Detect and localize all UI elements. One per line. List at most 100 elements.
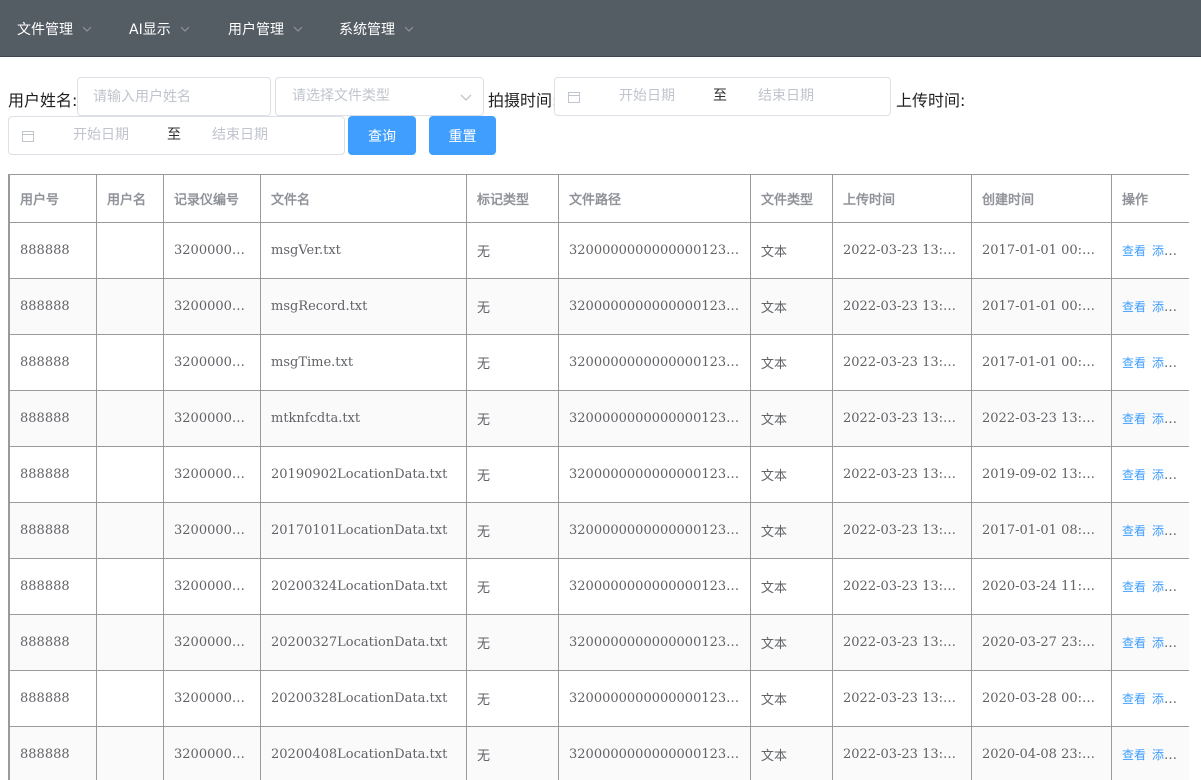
- cell-mark-type: 无: [466, 726, 559, 780]
- user-name-label: 用户姓名:: [8, 91, 78, 110]
- upload-time-range-picker[interactable]: 开始日期 至 结束日期: [8, 116, 345, 155]
- table-row: 888888 320000000… msgTime.txt 无 32000000…: [9, 334, 1189, 391]
- nav-item-ai-display[interactable]: AI显示: [129, 0, 191, 57]
- upload-time-label: 上传时间:: [896, 91, 966, 110]
- cell-recorder-number: 320000000…: [163, 558, 261, 615]
- nav-item-label: 用户管理: [228, 21, 284, 38]
- cell-upload-time: 2022-03-23 13:12:07: [832, 558, 972, 615]
- cell-file-path: 32000000000000001234/2…: [558, 446, 751, 503]
- cell-create-time: 2017-01-01 00:00:02: [971, 278, 1112, 335]
- cell-create-time: 2017-01-01 00:00:02: [971, 222, 1112, 279]
- cell-user-name: [96, 726, 164, 780]
- cell-create-time: 2019-09-02 13:00:42: [971, 446, 1112, 503]
- add-mark-link[interactable]: 添加标: [1152, 356, 1188, 370]
- cell-create-time: 2022-03-23 13:10:42: [971, 390, 1112, 447]
- cell-create-time: 2020-03-27 23:59:56: [971, 614, 1112, 671]
- view-link[interactable]: 查看: [1122, 300, 1146, 314]
- nav-item-label: 系统管理: [339, 21, 395, 38]
- cell-actions: 查看 添加标: [1111, 334, 1189, 391]
- cell-create-time: 2017-01-01 08:56:48: [971, 502, 1112, 559]
- nav-item-user-management[interactable]: 用户管理: [228, 0, 304, 57]
- add-mark-link[interactable]: 添加标: [1152, 468, 1188, 482]
- cell-file-name: 20170101LocationData.txt: [260, 502, 467, 559]
- shoot-time-label: 拍摄时间:: [488, 91, 558, 110]
- user-name-input-wrapper: [77, 77, 271, 116]
- cell-user-name: [96, 614, 164, 671]
- calendar-icon: [567, 90, 581, 104]
- cell-file-name: msgRecord.txt: [260, 278, 467, 335]
- cell-upload-time: 2022-03-23 13:12:07: [832, 614, 972, 671]
- chevron-down-icon: [292, 23, 304, 35]
- cell-file-type: 文本: [750, 558, 833, 615]
- cell-file-path: 32000000000000001234/2…: [558, 334, 751, 391]
- cell-file-type: 文本: [750, 670, 833, 727]
- cell-recorder-number: 320000000…: [163, 278, 261, 335]
- view-link[interactable]: 查看: [1122, 692, 1146, 706]
- file-type-placeholder: 请选择文件类型: [292, 88, 390, 104]
- shoot-time-range-picker[interactable]: 开始日期 至 结束日期: [554, 77, 891, 116]
- cell-mark-type: 无: [466, 390, 559, 447]
- cell-actions: 查看 添加标: [1111, 502, 1189, 559]
- view-link[interactable]: 查看: [1122, 636, 1146, 650]
- cell-user-id: 888888: [9, 222, 97, 279]
- cell-file-path: 32000000000000001234/2…: [558, 278, 751, 335]
- add-mark-link[interactable]: 添加标: [1152, 524, 1188, 538]
- cell-actions: 查看 添加标: [1111, 390, 1189, 447]
- add-mark-link[interactable]: 添加标: [1152, 244, 1188, 258]
- column-header: 文件类型: [750, 174, 833, 223]
- cell-user-id: 888888: [9, 446, 97, 503]
- reset-button[interactable]: 重置: [429, 116, 496, 155]
- cell-file-name: 20190902LocationData.txt: [260, 446, 467, 503]
- view-link[interactable]: 查看: [1122, 244, 1146, 258]
- cell-user-id: 888888: [9, 334, 97, 391]
- add-mark-link[interactable]: 添加标: [1152, 748, 1188, 762]
- add-mark-link[interactable]: 添加标: [1152, 636, 1188, 650]
- cell-actions: 查看 添加标: [1111, 726, 1189, 780]
- cell-file-type: 文本: [750, 390, 833, 447]
- cell-file-type: 文本: [750, 446, 833, 503]
- cell-upload-time: 2022-03-23 13:12:06: [832, 278, 972, 335]
- column-header: 上传时间: [832, 174, 972, 223]
- cell-file-path: 32000000000000001234/2…: [558, 222, 751, 279]
- shoot-start-date-placeholder: 开始日期: [619, 88, 675, 104]
- nav-item-file-management[interactable]: 文件管理: [17, 0, 93, 57]
- upload-end-date-placeholder: 结束日期: [212, 127, 268, 143]
- cell-upload-time: 2022-03-23 13:12:06: [832, 334, 972, 391]
- cell-mark-type: 无: [466, 558, 559, 615]
- column-header: 创建时间: [971, 174, 1112, 223]
- cell-file-type: 文本: [750, 222, 833, 279]
- cell-file-path: 32000000000000001234/2…: [558, 558, 751, 615]
- view-link[interactable]: 查看: [1122, 580, 1146, 594]
- column-header: 标记类型: [466, 174, 559, 223]
- cell-actions: 查看 添加标: [1111, 446, 1189, 503]
- view-link[interactable]: 查看: [1122, 412, 1146, 426]
- add-mark-link[interactable]: 添加标: [1152, 300, 1188, 314]
- cell-user-id: 888888: [9, 278, 97, 335]
- cell-file-name: 20200324LocationData.txt: [260, 558, 467, 615]
- view-link[interactable]: 查看: [1122, 524, 1146, 538]
- view-link[interactable]: 查看: [1122, 748, 1146, 762]
- shoot-end-date-placeholder: 结束日期: [758, 88, 814, 104]
- cell-user-id: 888888: [9, 670, 97, 727]
- range-separator: 至: [167, 127, 181, 143]
- column-header: 用户号: [9, 174, 97, 223]
- add-mark-link[interactable]: 添加标: [1152, 580, 1188, 594]
- cell-user-name: [96, 390, 164, 447]
- cell-file-name: 20200328LocationData.txt: [260, 670, 467, 727]
- add-mark-link[interactable]: 添加标: [1152, 692, 1188, 706]
- query-button[interactable]: 查询: [348, 116, 416, 155]
- cell-mark-type: 无: [466, 502, 559, 559]
- nav-item-system-management[interactable]: 系统管理: [339, 0, 415, 57]
- cell-recorder-number: 320000000…: [163, 726, 261, 780]
- cell-file-name: 20200408LocationData.txt: [260, 726, 467, 780]
- add-mark-link[interactable]: 添加标: [1152, 412, 1188, 426]
- cell-file-name: mtknfcdta.txt: [260, 390, 467, 447]
- user-name-input[interactable]: [78, 78, 270, 115]
- cell-create-time: 2017-01-01 00:00:02: [971, 334, 1112, 391]
- file-type-select[interactable]: 请选择文件类型: [275, 77, 484, 116]
- range-separator: 至: [713, 88, 727, 104]
- cell-user-name: [96, 502, 164, 559]
- view-link[interactable]: 查看: [1122, 356, 1146, 370]
- table-row: 888888 320000000… 20170101LocationData.t…: [9, 502, 1189, 559]
- view-link[interactable]: 查看: [1122, 468, 1146, 482]
